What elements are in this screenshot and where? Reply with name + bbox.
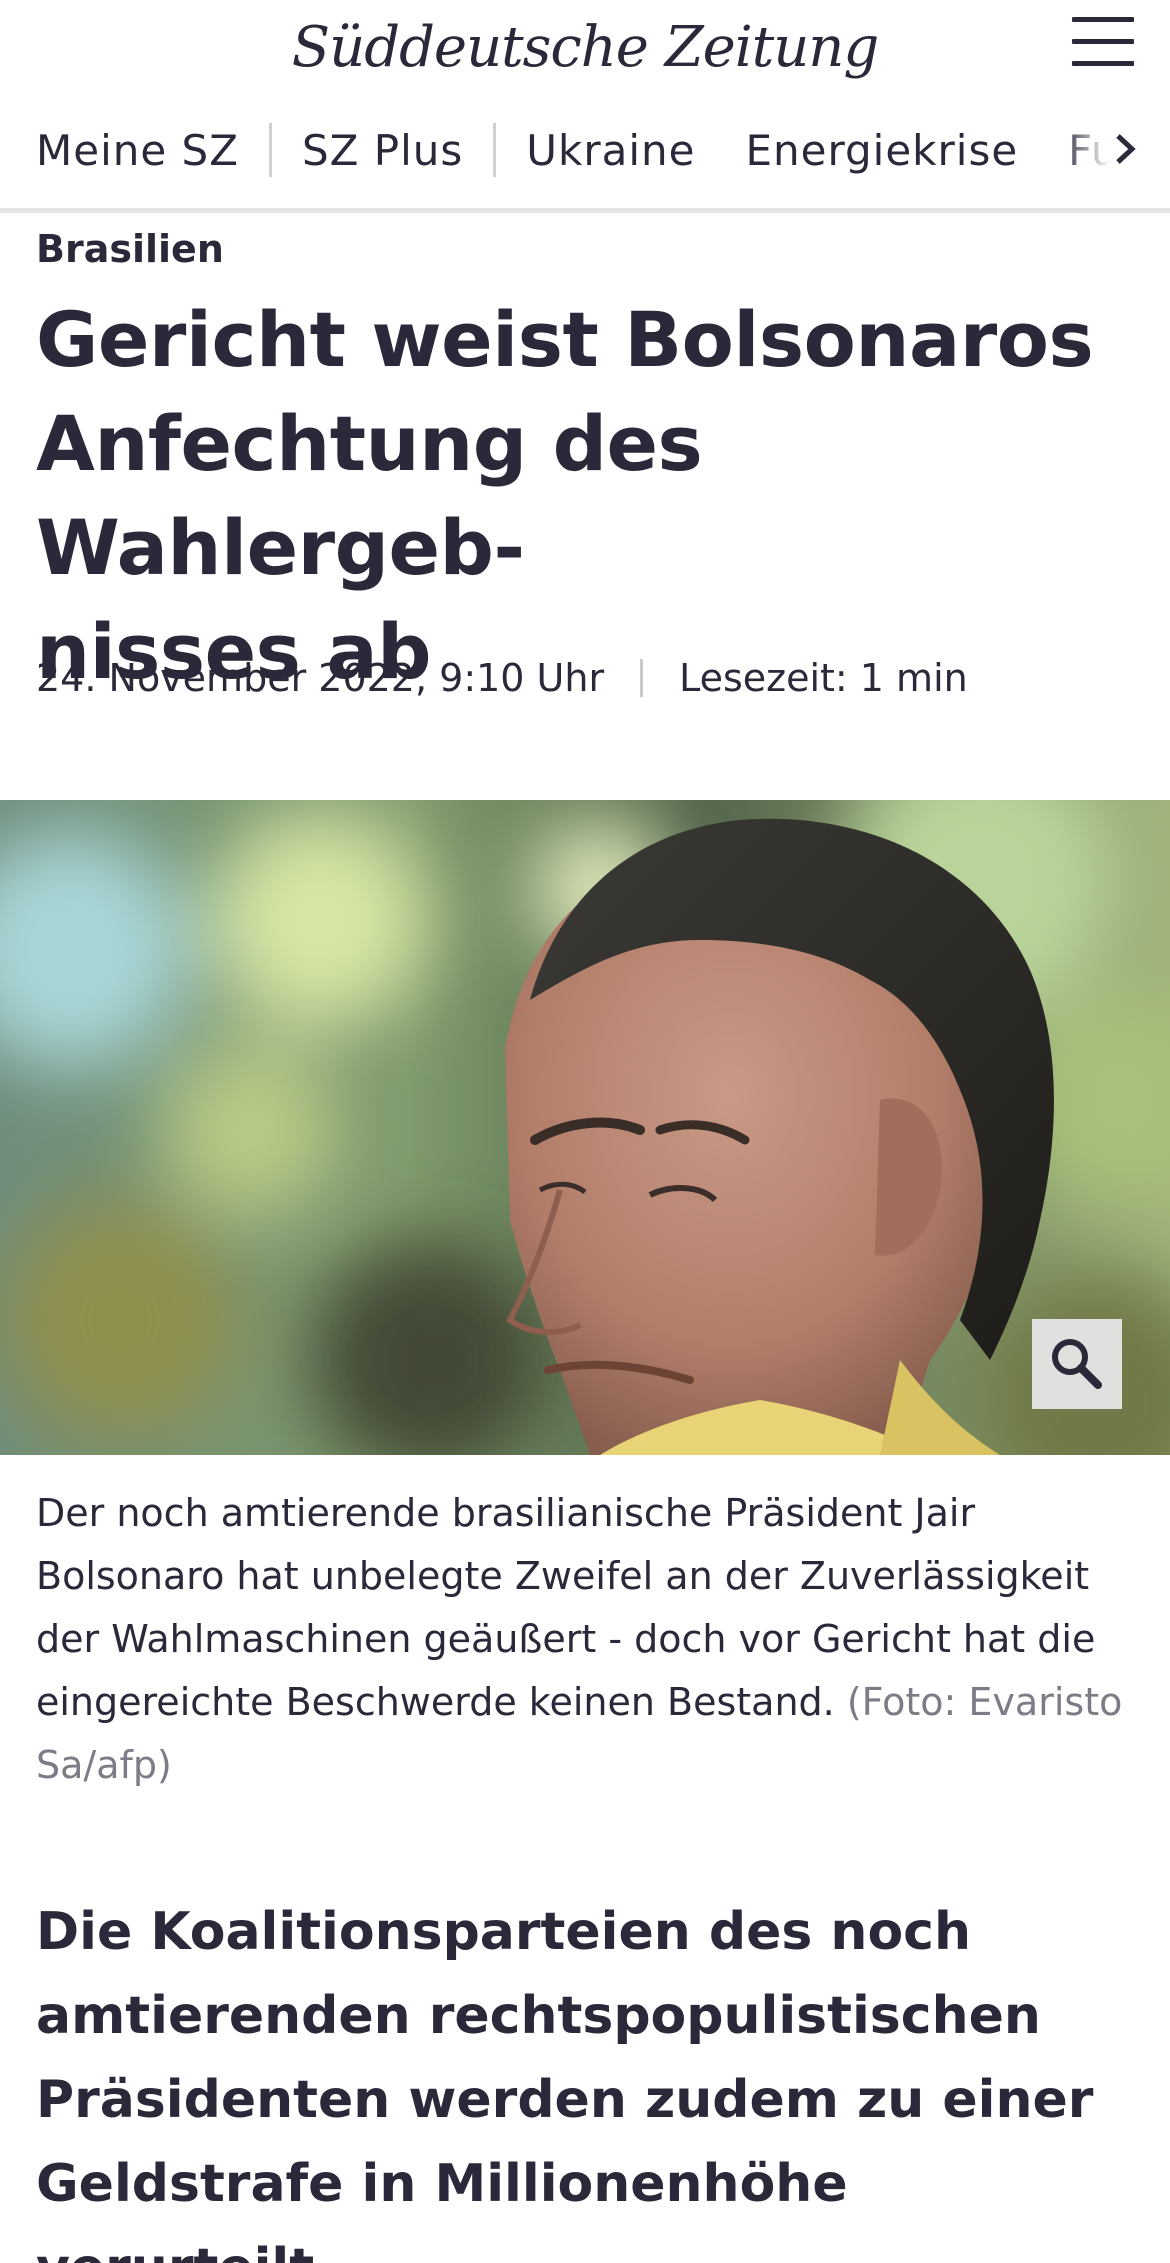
article-headline: Gericht weist Bolsonaros Anfechtung des … bbox=[36, 288, 1146, 704]
article-lead: Die Koalitionsparteien des noch amtieren… bbox=[36, 1902, 1094, 2263]
nav-item-ukraine[interactable]: Ukraine bbox=[526, 126, 695, 175]
portrait-image bbox=[0, 800, 1170, 1455]
nav-item-energiekrise[interactable]: Energiekrise bbox=[745, 126, 1018, 175]
site-logo[interactable]: Süddeutsche Zeitung bbox=[0, 8, 1170, 88]
section-nav: Meine SZ SZ Plus Ukraine Energiekrise Fu bbox=[0, 95, 1170, 213]
headline-line: Gericht weist Bolsonaros bbox=[36, 295, 1094, 384]
nav-item-meine-sz[interactable]: Meine SZ bbox=[36, 126, 239, 175]
photo-caption: Der noch amtierende brasilianische Präsi… bbox=[36, 1482, 1136, 1797]
headline-line: Anfechtung des Wahlergeb- bbox=[36, 399, 703, 592]
publish-date: 24. November 2022, 9:10 Uhr bbox=[36, 656, 605, 700]
nav-item-sz-plus[interactable]: SZ Plus bbox=[302, 126, 463, 175]
article-meta: 24. November 2022, 9:10 Uhr Lesezeit: 1 … bbox=[36, 648, 968, 708]
nav-divider bbox=[269, 123, 272, 177]
article-kicker[interactable]: Brasilien bbox=[36, 222, 224, 276]
chevron-right-icon[interactable] bbox=[1108, 132, 1142, 166]
zoom-button[interactable] bbox=[1032, 1319, 1122, 1409]
meta-divider bbox=[640, 659, 644, 697]
hamburger-menu-icon[interactable] bbox=[1072, 17, 1134, 67]
site-header: Süddeutsche Zeitung bbox=[0, 0, 1170, 95]
reading-time: Lesezeit: 1 min bbox=[679, 656, 968, 700]
article-photo[interactable] bbox=[0, 800, 1170, 1455]
nav-divider bbox=[493, 123, 497, 177]
magnifier-icon bbox=[1052, 1339, 1102, 1389]
